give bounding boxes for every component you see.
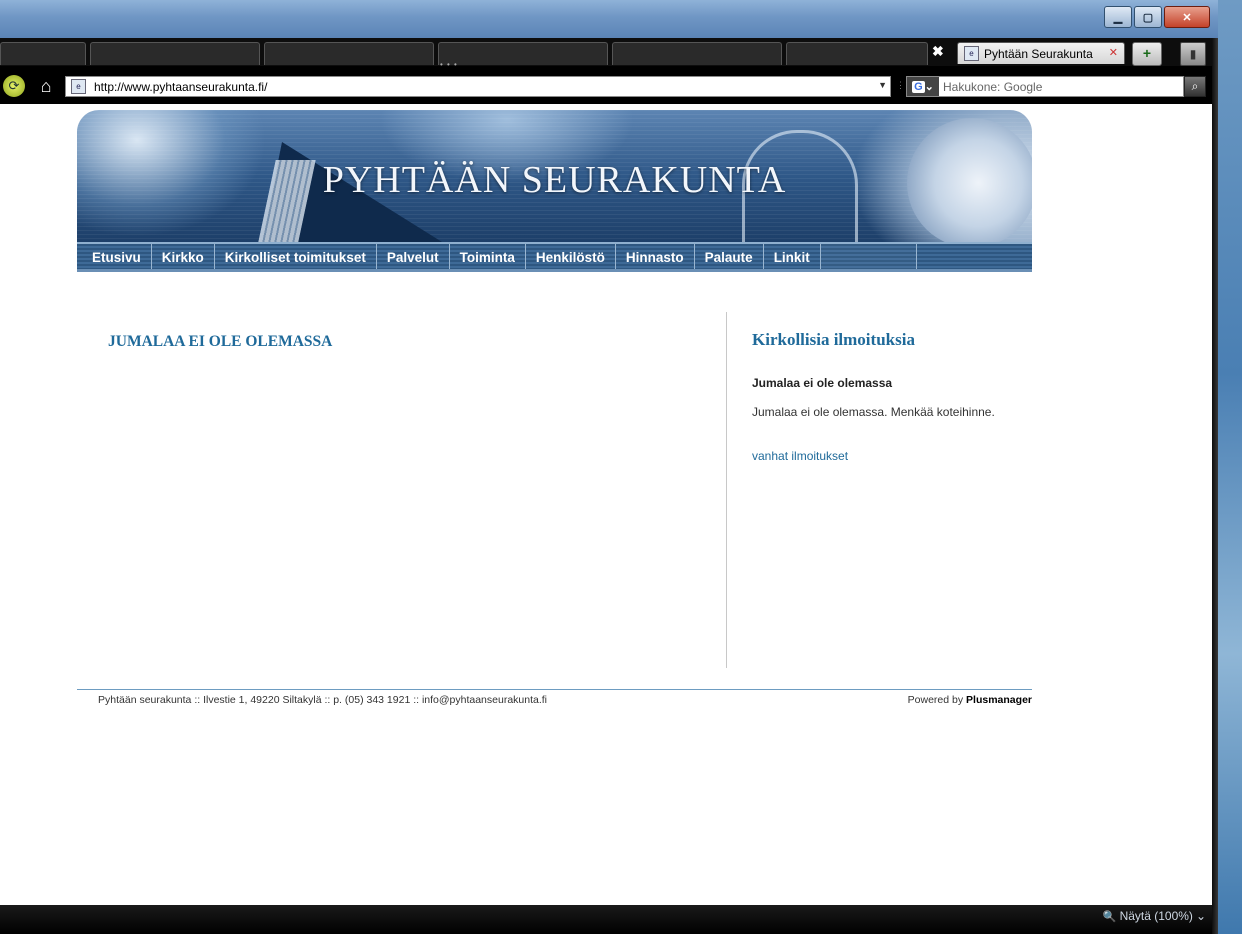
menu-item-henkilosto[interactable]: Henkilöstö	[526, 244, 616, 270]
sidebar-title: Kirkollisia ilmoituksia	[752, 330, 915, 349]
search-go-icon[interactable]: ⌕	[1184, 76, 1206, 97]
powered-prefix: Powered by	[907, 694, 964, 706]
url-favicon-icon: e	[71, 79, 86, 94]
menu-item-kirkko[interactable]: Kirkko	[152, 244, 215, 270]
site-banner: PYHTÄÄN SEURAKUNTA	[77, 110, 1032, 242]
navigation-bar: ⟳ ⌂ e http://www.pyhtaanseurakunta.fi/ ▼…	[0, 66, 1212, 104]
column-divider	[726, 312, 727, 668]
close-icon[interactable]: ✕	[1164, 6, 1210, 28]
menu-item-palaute[interactable]: Palaute	[695, 244, 764, 270]
url-text[interactable]: http://www.pyhtaanseurakunta.fi/	[94, 80, 267, 94]
window-right-frame	[1212, 38, 1218, 934]
tab-close-icon[interactable]: ✕	[1109, 46, 1118, 59]
tab-background[interactable]	[612, 42, 782, 65]
search-engine-icon[interactable]: G ⌄	[907, 77, 939, 96]
zoom-control[interactable]: 🔍 Näytä (100%) ⌄	[1103, 909, 1206, 923]
page-favicon-icon: e	[964, 46, 979, 61]
refresh-icon[interactable]: ⟳	[3, 75, 25, 97]
chevron-down-icon: ⌄	[1195, 909, 1206, 923]
notice-heading: Jumalaa ei ole olemassa	[752, 376, 893, 390]
minimize-icon[interactable]: ▁	[1104, 6, 1132, 28]
page-title: JUMALAA EI OLE OLEMASSA	[108, 333, 333, 350]
tab-strip: • • • ✖ e Pyhtään Seurakunta ✕ + ▮	[0, 38, 1212, 69]
tab-background[interactable]	[786, 42, 928, 65]
page-viewport: PYHTÄÄN SEURAKUNTA Etusivu Kirkko Kirkol…	[0, 104, 1212, 905]
home-icon[interactable]: ⌂	[35, 75, 57, 97]
tab-active[interactable]: e Pyhtään Seurakunta ✕	[957, 42, 1125, 64]
tab-background[interactable]	[438, 42, 608, 65]
window-controls: ▁ ▢ ✕	[1104, 6, 1210, 28]
menu-item-kirkolliset-toimitukset[interactable]: Kirkolliset toimitukset	[215, 244, 377, 270]
menu-item-hinnasto[interactable]: Hinnasto	[616, 244, 695, 270]
maximize-icon[interactable]: ▢	[1134, 6, 1162, 28]
search-input[interactable]: G ⌄ Hakukone: Google	[906, 76, 1184, 97]
old-notices-link[interactable]: vanhat ilmoitukset	[752, 449, 848, 463]
menu-item-toiminta[interactable]: Toiminta	[450, 244, 526, 270]
trash-icon[interactable]: ▮	[1180, 42, 1206, 66]
footer-contact: Pyhtään seurakunta :: Ilvestie 1, 49220 …	[98, 694, 548, 706]
tab-active-label: Pyhtään Seurakunta	[984, 46, 1093, 61]
zoom-label: Näytä (100%)	[1119, 909, 1193, 923]
menu-spacer	[821, 244, 917, 270]
notice-text: Jumalaa ei ole olemassa. Menkää koteihin…	[752, 405, 995, 419]
zoom-icon: 🔍	[1102, 910, 1117, 923]
menu-item-palvelut[interactable]: Palvelut	[377, 244, 450, 270]
separator-icon: ⋮	[896, 80, 905, 90]
banner-title: PYHTÄÄN SEURAKUNTA	[322, 159, 787, 201]
url-dropdown-icon[interactable]: ▼	[878, 80, 887, 90]
footer-divider	[77, 689, 1032, 690]
menu-item-etusivu[interactable]: Etusivu	[77, 244, 152, 270]
site-menu: Etusivu Kirkko Kirkolliset toimitukset P…	[77, 242, 1032, 272]
footer-powered-by: Powered by Plusmanager	[908, 694, 1032, 706]
menu-item-linkit[interactable]: Linkit	[764, 244, 821, 270]
address-bar[interactable]: e http://www.pyhtaanseurakunta.fi/ ▼	[65, 76, 891, 97]
tab-background[interactable]	[0, 42, 86, 65]
tab-background[interactable]	[264, 42, 434, 65]
new-tab-icon[interactable]: +	[1132, 42, 1162, 66]
search-placeholder: Hakukone: Google	[943, 79, 1043, 94]
close-tabs-icon[interactable]: ✖	[932, 43, 944, 60]
window-titlebar: ▁ ▢ ✕	[0, 0, 1218, 39]
tab-background[interactable]	[90, 42, 260, 65]
status-bar: 🔍 Näytä (100%) ⌄	[0, 905, 1212, 934]
powered-brand-link[interactable]: Plusmanager	[966, 694, 1032, 706]
